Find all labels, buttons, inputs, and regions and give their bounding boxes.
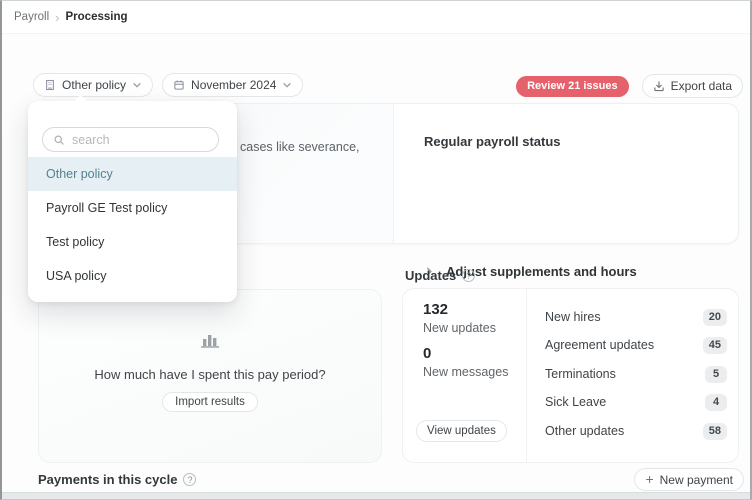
export-data-label: Export data <box>671 79 732 93</box>
count-badge: 5 <box>705 366 727 383</box>
new-updates-label: New updates <box>423 321 496 335</box>
policy-option-payroll-ge-test-policy[interactable]: Payroll GE Test policy <box>28 191 237 225</box>
new-updates-count: 132 <box>423 301 496 318</box>
status-card-title: Regular payroll status <box>424 134 561 149</box>
update-row-new-hires: New hires 20 <box>545 306 727 328</box>
count-badge: 58 <box>703 423 727 440</box>
new-messages-stat: 0 New messages <box>423 345 508 379</box>
update-row-terminations: Terminations 5 <box>545 363 727 385</box>
policy-dropdown-menu: Other policy Payroll GE Test policy Test… <box>28 101 237 302</box>
policy-dropdown-button[interactable]: Other policy <box>33 73 153 97</box>
policy-search[interactable] <box>42 127 219 152</box>
policy-option-other-policy[interactable]: Other policy <box>28 157 237 191</box>
new-payment-label: New payment <box>660 473 733 487</box>
import-results-button[interactable]: Import results <box>162 392 258 412</box>
new-messages-count: 0 <box>423 345 508 362</box>
update-label: Terminations <box>545 367 616 381</box>
breadcrumb: Payroll › Processing <box>2 1 750 34</box>
policy-option-usa-policy[interactable]: USA policy <box>28 259 237 293</box>
update-row-agreement-updates: Agreement updates 45 <box>545 334 727 356</box>
breadcrumb-payroll[interactable]: Payroll <box>14 11 49 23</box>
plus-icon: + <box>645 472 653 486</box>
update-label: New hires <box>545 310 601 324</box>
update-label: Other updates <box>545 424 624 438</box>
policy-dropdown-label: Other policy <box>62 78 126 92</box>
update-label: Agreement updates <box>545 338 654 352</box>
actions-toolbar: Review 21 issues Export data <box>516 74 743 98</box>
card-divider <box>526 289 527 462</box>
payroll-processing-page: Payroll › Processing Other policy Novemb… <box>0 0 752 500</box>
policy-option-test-policy[interactable]: Test policy <box>28 225 237 259</box>
search-icon <box>53 134 65 146</box>
card-divider <box>393 104 394 243</box>
chevron-down-icon <box>132 80 142 90</box>
new-payment-button[interactable]: + New payment <box>634 468 744 491</box>
review-issues-button[interactable]: Review 21 issues <box>516 76 629 97</box>
update-row-sick-leave: Sick Leave 4 <box>545 391 727 413</box>
help-icon[interactable]: ? <box>183 473 196 486</box>
breadcrumb-processing: Processing <box>66 11 128 23</box>
new-messages-label: New messages <box>423 365 508 379</box>
payments-title: Payments in this cycle <box>38 472 177 487</box>
count-badge: 20 <box>703 309 727 326</box>
update-row-other-updates: Other updates 58 <box>545 420 727 442</box>
off-cycle-description: cases like severance, <box>240 140 360 154</box>
bar-chart-icon <box>199 330 221 355</box>
count-badge: 45 <box>703 337 727 354</box>
bottom-edge-strip <box>2 492 750 499</box>
download-icon <box>653 80 665 92</box>
menu-notch <box>74 95 87 108</box>
help-icon[interactable]: ? <box>462 269 475 282</box>
month-dropdown-button[interactable]: November 2024 <box>162 73 303 97</box>
updates-card: 132 New updates 0 New messages View upda… <box>402 288 739 463</box>
updates-heading: Updates ? <box>405 268 475 283</box>
update-label: Sick Leave <box>545 395 606 409</box>
month-dropdown-label: November 2024 <box>191 78 276 92</box>
export-data-button[interactable]: Export data <box>642 74 743 98</box>
building-icon <box>44 79 56 91</box>
new-updates-stat: 132 New updates <box>423 301 496 335</box>
filters-toolbar: Other policy November 2024 <box>33 73 303 97</box>
view-updates-button[interactable]: View updates <box>416 420 507 442</box>
costs-question: How much have I spent this pay period? <box>94 367 325 382</box>
policy-search-input[interactable] <box>72 133 208 147</box>
calendar-icon <box>173 79 185 91</box>
chevron-down-icon <box>282 80 292 90</box>
updates-title: Updates <box>405 268 456 283</box>
count-badge: 4 <box>705 394 727 411</box>
payments-heading: Payments in this cycle ? <box>38 472 196 487</box>
chevron-right-icon: › <box>55 11 59 24</box>
costs-card: How much have I spent this pay period? I… <box>38 289 382 463</box>
